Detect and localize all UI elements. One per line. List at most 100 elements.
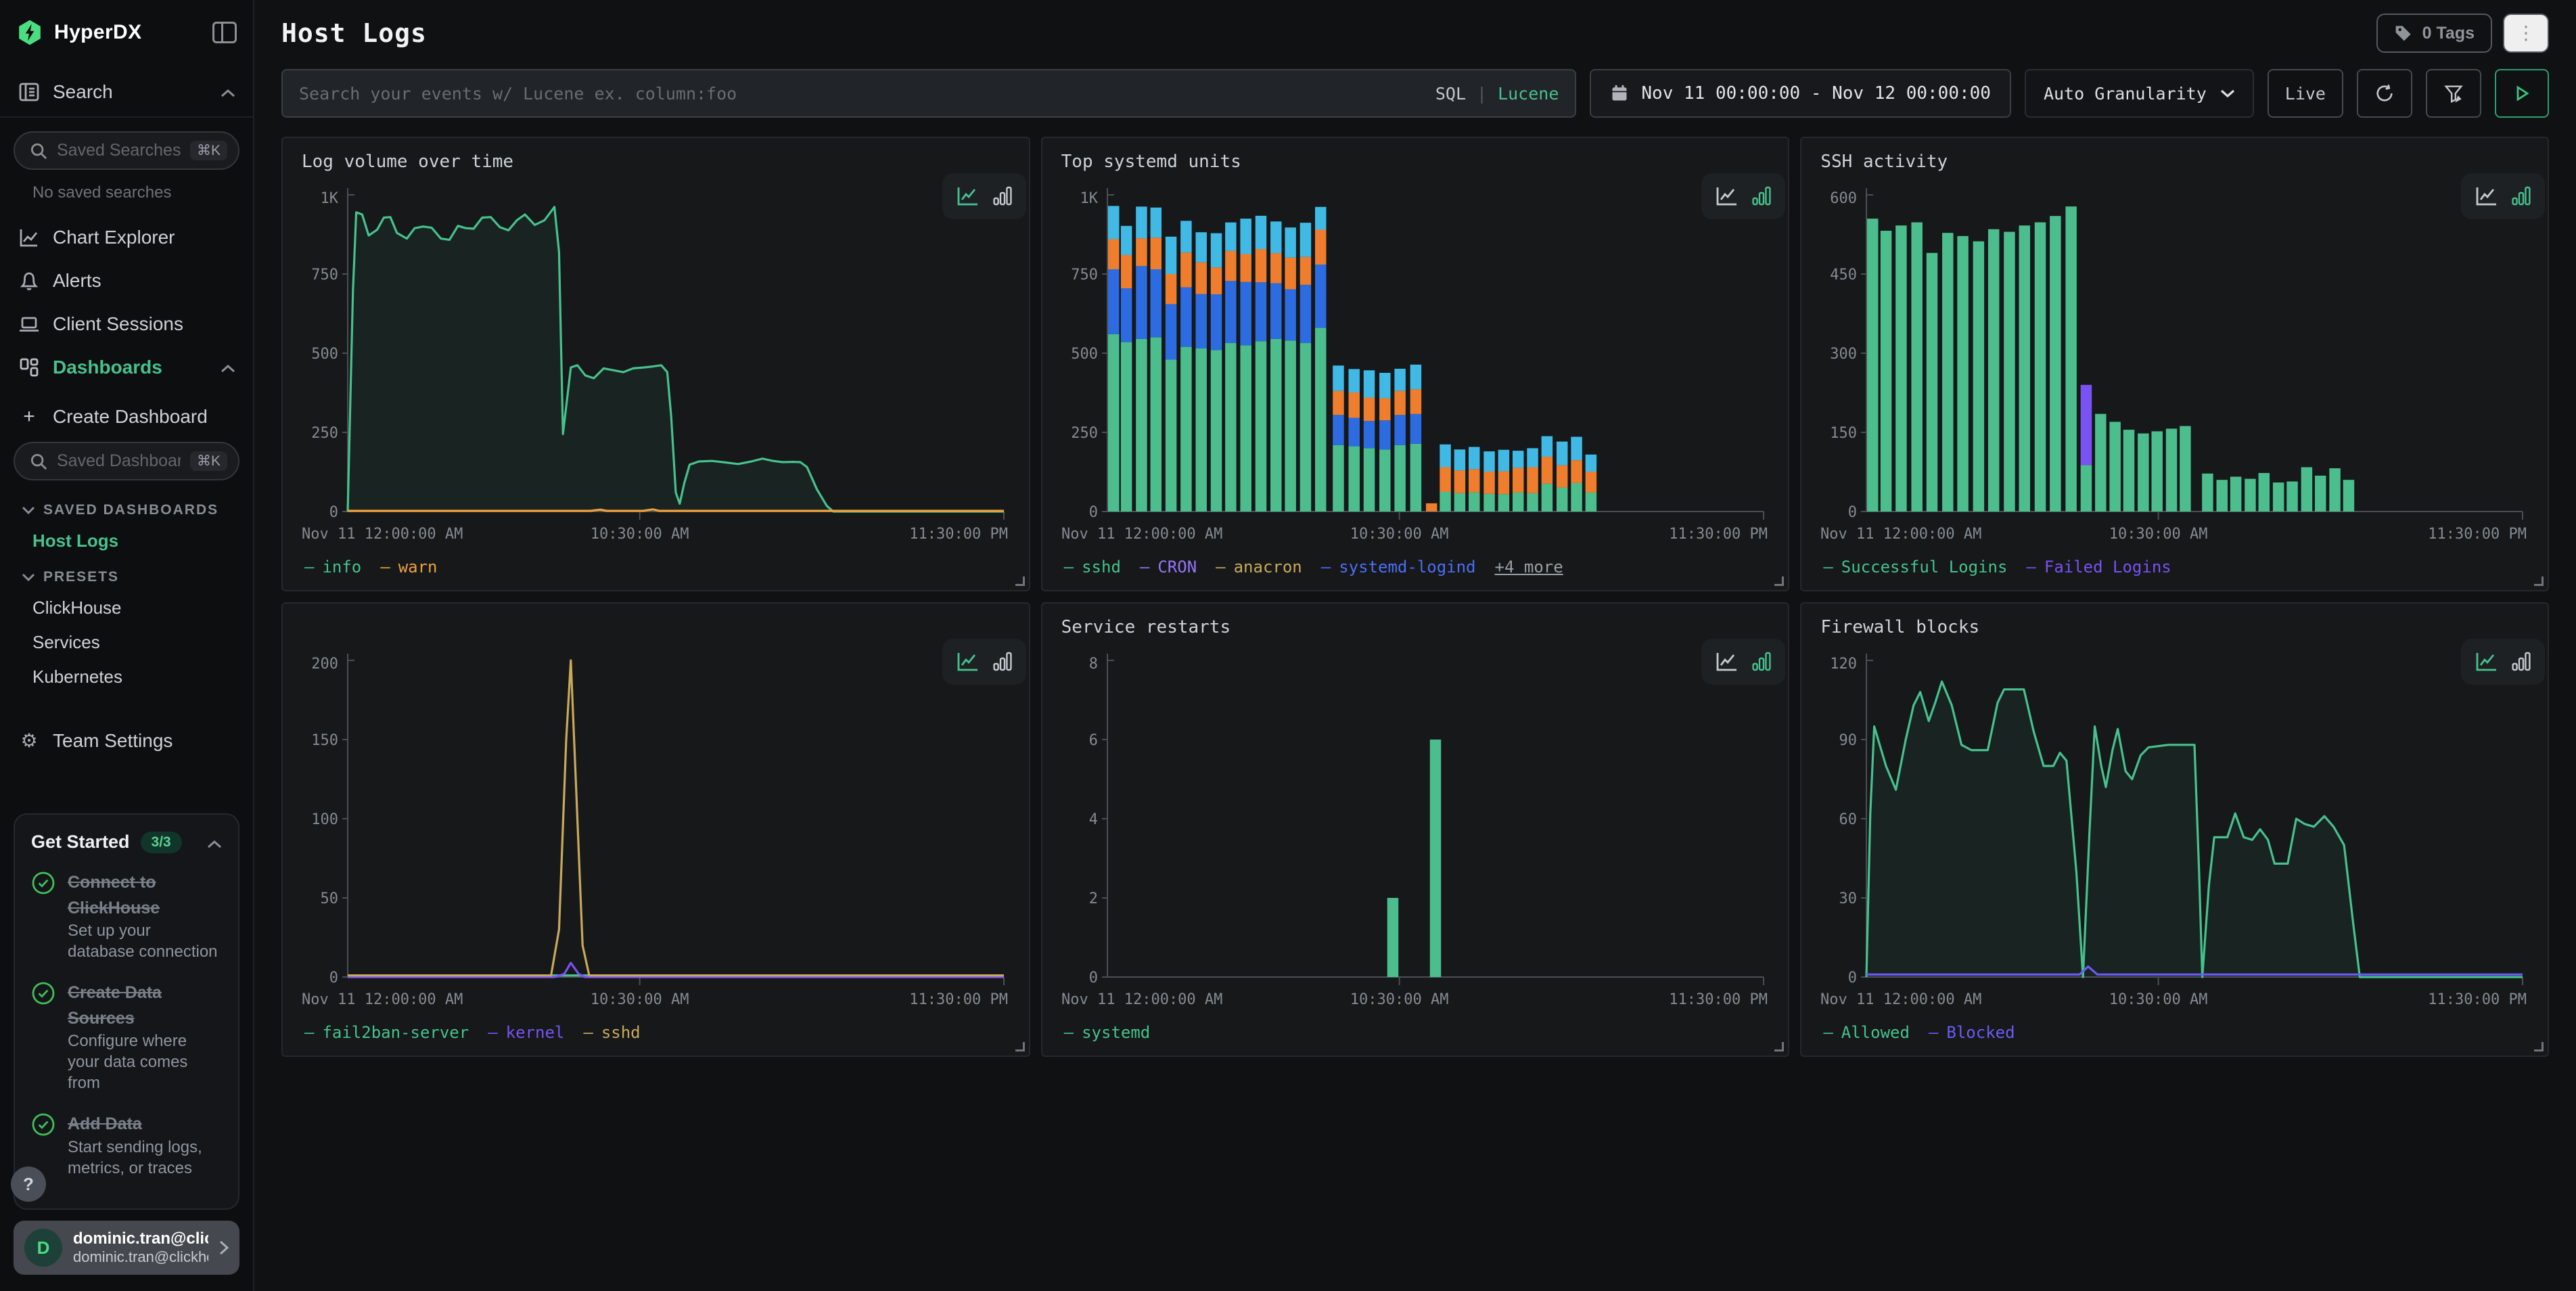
bar-chart-icon[interactable] (993, 652, 1012, 672)
legend-label: sshd (1082, 558, 1121, 576)
chevron-up-icon[interactable] (207, 830, 222, 855)
line-chart-icon[interactable] (2475, 186, 2498, 206)
svg-text:10:30:00 AM: 10:30:00 AM (2109, 991, 2208, 1008)
svg-text:250: 250 (311, 425, 338, 442)
svg-text:150: 150 (1831, 425, 1858, 442)
panel-resize-handle[interactable] (1015, 1042, 1025, 1051)
legend-item[interactable]: —Failed Logins (2026, 558, 2171, 576)
create-dashboard-button[interactable]: + Create Dashboard (0, 389, 253, 439)
line-chart-icon[interactable] (957, 186, 980, 206)
legend-item[interactable]: —anacron (1216, 558, 1302, 576)
legend-swatch: — (304, 558, 314, 576)
preset-dashboard-item[interactable]: ClickHouse (0, 591, 253, 625)
legend-item[interactable]: —sshd (583, 1023, 640, 1042)
saved-dashboard-item[interactable]: Host Logs (0, 524, 253, 558)
legend-item[interactable]: —Allowed (1823, 1023, 1910, 1042)
panel-resize-handle[interactable] (1015, 576, 1025, 586)
legend-more-link[interactable]: +4 more (1495, 558, 1563, 576)
bar-chart-icon[interactable] (1752, 186, 1771, 206)
presets-heading[interactable]: PRESETS (0, 558, 253, 591)
user-email: dominic.tran@clickho... (73, 1248, 208, 1266)
bar-chart-icon[interactable] (1752, 652, 1771, 672)
event-search-placeholder: Search your events w/ Lucene ex. column:… (299, 84, 1435, 104)
preset-dashboard-item[interactable]: Services (0, 625, 253, 660)
preset-dashboard-item[interactable]: Kubernetes (0, 660, 253, 694)
legend-item[interactable]: —Blocked (1929, 1023, 2015, 1042)
help-button[interactable]: ? (11, 1167, 46, 1202)
panel-resize-handle[interactable] (2534, 1042, 2544, 1051)
legend-swatch: — (304, 1023, 314, 1042)
svg-text:750: 750 (1071, 267, 1098, 284)
line-chart-icon[interactable] (1716, 652, 1739, 672)
chart-area: 200150100500Nov 11 12:00:00 AM10:30:00 A… (302, 644, 1010, 1018)
refresh-button[interactable] (2357, 69, 2412, 118)
legend-item[interactable]: —systemd (1064, 1023, 1151, 1042)
legend-item[interactable]: —sshd (1064, 558, 1121, 576)
svg-text:0: 0 (329, 970, 338, 987)
panel-resize-handle[interactable] (1774, 576, 1784, 586)
svg-text:120: 120 (1831, 656, 1858, 673)
sidebar-item-search[interactable]: Search (0, 70, 253, 114)
sidebar-collapse-icon[interactable] (212, 22, 237, 43)
saved-dashboards-input[interactable]: Saved Dashboards ⌘K (14, 442, 239, 480)
panel-menu-button[interactable]: ⋮ (2503, 14, 2549, 53)
svg-text:450: 450 (1831, 267, 1858, 284)
sidebar-item-client-sessions[interactable]: Client Sessions (0, 302, 253, 346)
create-dashboard-label: Create Dashboard (53, 406, 235, 428)
lucene-mode-toggle[interactable]: Lucene (1498, 84, 1559, 104)
run-query-button[interactable] (2495, 69, 2549, 118)
dashboard-grid: Log volume over time1K7505002500Nov 11 1… (281, 137, 2549, 1057)
chevron-down-icon (2220, 89, 2235, 98)
legend-item[interactable]: —systemd-logind (1321, 558, 1476, 576)
chart-area: 1K7505002500Nov 11 12:00:00 AM10:30:00 A… (1061, 179, 1770, 552)
sidebar-item-team-settings[interactable]: ⚙ Team Settings (0, 719, 253, 763)
get-started-item-title: Connect to ClickHouse (68, 873, 160, 917)
get-started-item[interactable]: Add DataStart sending logs, metrics, or … (31, 1110, 222, 1179)
sidebar-item-dashboards[interactable]: Dashboards (0, 346, 253, 389)
saved-dashboards-placeholder: Saved Dashboards (57, 451, 181, 471)
event-search-input[interactable]: Search your events w/ Lucene ex. column:… (281, 69, 1576, 118)
svg-text:Nov 11 12:00:00 AM: Nov 11 12:00:00 AM (1061, 991, 1222, 1008)
line-chart-icon[interactable] (957, 652, 980, 672)
panel-resize-handle[interactable] (2534, 576, 2544, 586)
legend-label: anacron (1234, 558, 1302, 576)
chart-legend: —sshd —CRON —anacron —systemd-logind +4 more (1061, 552, 1770, 582)
legend-item[interactable]: —kernel (488, 1023, 564, 1042)
svg-text:6: 6 (1088, 732, 1097, 749)
line-chart-icon[interactable] (1716, 186, 1739, 206)
legend-swatch: — (380, 558, 390, 576)
saved-dashboards-heading[interactable]: SAVED DASHBOARDS (0, 491, 253, 524)
panel-resize-handle[interactable] (1774, 1042, 1784, 1051)
bar-chart-icon[interactable] (993, 186, 1012, 206)
saved-searches-input[interactable]: Saved Searches ⌘K (14, 131, 239, 170)
legend-item[interactable]: —Successful Logins (1823, 558, 2007, 576)
sidebar-item-chart-explorer[interactable]: Chart Explorer (0, 216, 253, 259)
svg-text:150: 150 (311, 732, 338, 749)
legend-item[interactable]: —warn (380, 558, 437, 576)
live-button[interactable]: Live (2268, 69, 2343, 118)
chart-legend: —fail2ban-server—kernel—sshd (302, 1018, 1010, 1047)
legend-item[interactable]: —info (304, 558, 361, 576)
granularity-select[interactable]: Auto Granularity (2025, 69, 2254, 118)
tags-button[interactable]: 0 Tags (2376, 14, 2492, 53)
legend-label: kernel (506, 1023, 565, 1042)
legend-label: CRON (1157, 558, 1197, 576)
legend-swatch: — (1823, 1023, 1833, 1042)
sidebar-item-alerts[interactable]: Alerts (0, 259, 253, 302)
get-started-item[interactable]: Create Data SourcesConfigure where your … (31, 978, 222, 1093)
get-started-item[interactable]: Connect to ClickHouseSet up your databas… (31, 868, 222, 962)
filter-button[interactable] (2426, 69, 2481, 118)
svg-text:0: 0 (1848, 504, 1857, 521)
bar-chart-icon[interactable] (2512, 652, 2531, 672)
user-menu[interactable]: D dominic.tran@clic... dominic.tran@clic… (14, 1221, 239, 1275)
legend-item[interactable]: —CRON (1140, 558, 1197, 576)
line-chart-icon[interactable] (2475, 652, 2498, 672)
get-started-item-desc: Start sending logs, metrics, or traces (68, 1137, 222, 1179)
legend-item[interactable]: —fail2ban-server (304, 1023, 469, 1042)
bar-chart-icon[interactable] (2512, 186, 2531, 206)
date-range-picker[interactable]: Nov 11 00:00:00 - Nov 12 00:00:00 (1590, 69, 2011, 118)
shortcut-badge: ⌘K (190, 451, 227, 471)
svg-text:600: 600 (1831, 190, 1858, 207)
sql-mode-toggle[interactable]: SQL (1435, 84, 1466, 104)
panel-untitled: 200150100500Nov 11 12:00:00 AM10:30:00 A… (281, 602, 1030, 1057)
